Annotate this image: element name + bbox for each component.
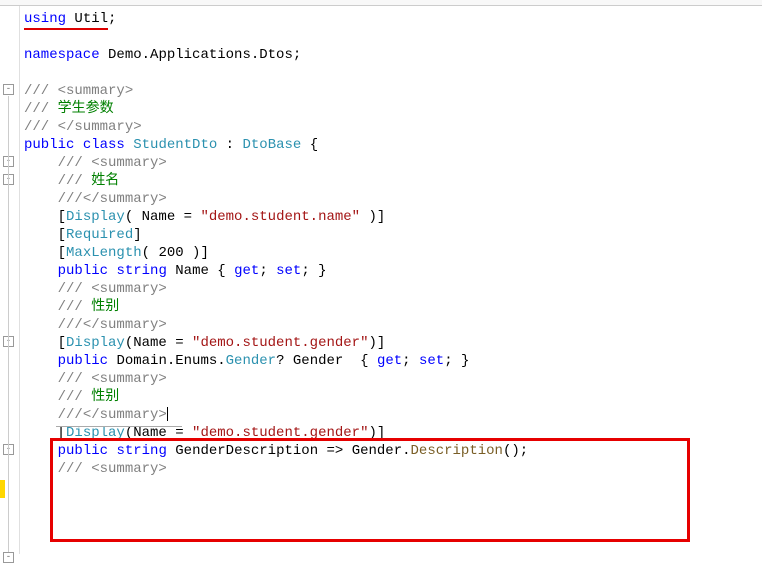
code-line: ///</summary>	[20, 406, 762, 424]
text-cursor	[167, 407, 168, 421]
fold-toggle[interactable]: -	[3, 84, 14, 95]
code-line: /// 性别	[20, 298, 762, 316]
change-marker	[0, 480, 5, 498]
code-line: /// 性别	[20, 388, 762, 406]
code-line: /// <summary>	[20, 460, 762, 478]
code-line: ///</summary>	[20, 316, 762, 334]
code-line: ///</summary>	[20, 190, 762, 208]
code-line: [MaxLength( 200 )]	[20, 244, 762, 262]
code-line: /// </summary>	[20, 118, 762, 136]
code-line: /// <summary>	[20, 154, 762, 172]
code-line: /// 姓名	[20, 172, 762, 190]
code-line: [Display(Name = "demo.student.gender")]	[20, 424, 762, 442]
code-line: /// <summary>	[20, 280, 762, 298]
code-line: /// 学生参数	[20, 100, 762, 118]
code-line: /// <summary>	[20, 370, 762, 388]
code-line: public class StudentDto : DtoBase {	[20, 136, 762, 154]
code-line	[20, 28, 762, 46]
code-line: [Required]	[20, 226, 762, 244]
code-line	[20, 64, 762, 82]
code-line: /// <summary>	[20, 82, 762, 100]
code-line: using Util;	[20, 10, 762, 28]
code-line: [Display( Name = "demo.student.name" )]	[20, 208, 762, 226]
code-line: public string Name { get; set; }	[20, 262, 762, 280]
code-area[interactable]: using Util; namespace Demo.Applications.…	[20, 6, 762, 554]
code-editor: - - - - - - using Util; namespace Demo.A…	[0, 6, 762, 554]
code-line: namespace Demo.Applications.Dtos;	[20, 46, 762, 64]
code-line: public Domain.Enums.Gender? Gender { get…	[20, 352, 762, 370]
code-line: public string GenderDescription => Gende…	[20, 442, 762, 460]
code-line: [Display(Name = "demo.student.gender")]	[20, 334, 762, 352]
gutter: - - - - - -	[0, 6, 20, 554]
fold-guide	[8, 96, 9, 552]
